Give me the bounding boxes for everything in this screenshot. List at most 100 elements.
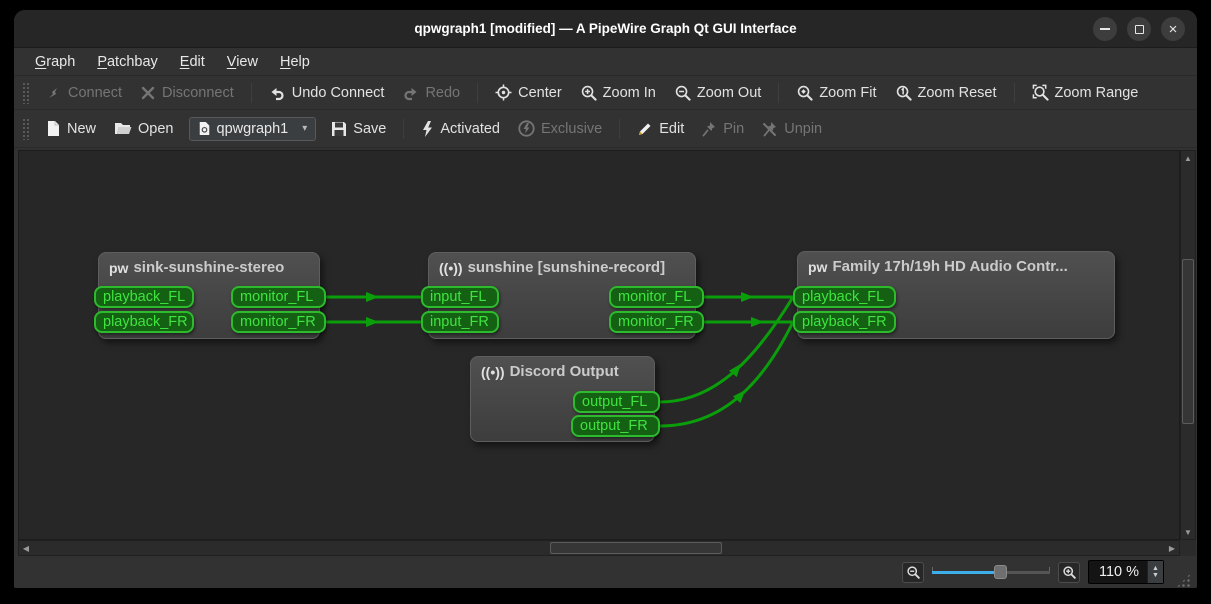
port-input[interactable]: playback_FR [793,311,896,333]
window-resize-grip[interactable] [1176,573,1191,588]
port-input[interactable]: playback_FL [793,286,896,308]
separator [403,119,404,139]
zoom-range-icon [1032,84,1049,101]
graph-canvas[interactable]: pw sink-sunshine-stereo ((•)) sunshine [su… [18,150,1180,540]
toolbar-patchbay: New Open qpwgraph1 ▾ Save Activated Excl… [14,110,1197,148]
center-icon [495,84,512,101]
undo-connect-button[interactable]: Undo Connect [260,81,394,105]
disconnect-button[interactable]: Disconnect [131,81,243,105]
close-button[interactable]: × [1161,17,1185,41]
zoom-percent-value: 110 % [1089,561,1147,583]
port-output[interactable]: output_FL [573,391,660,413]
horizontal-scrollbar-thumb[interactable] [550,542,722,554]
menu-view[interactable]: View [216,51,269,73]
stream-icon: ((•)) [481,364,505,380]
scroll-left-icon[interactable]: ◀ [19,541,33,555]
port-input[interactable]: playback_FL [94,286,194,308]
patchbay-select[interactable]: qpwgraph1 ▾ [189,117,317,141]
port-output[interactable]: monitor_FR [231,311,326,333]
menu-patchbay[interactable]: Patchbay [86,51,168,73]
chevron-down-icon: ▾ [302,123,307,134]
maximize-icon [1135,25,1144,34]
minimize-icon [1100,28,1110,30]
save-button[interactable]: Save [322,117,395,141]
zoom-percent-spinbox[interactable]: 110 % ▲▼ [1088,560,1164,584]
spin-up-icon[interactable]: ▲ [1152,565,1159,572]
separator [1014,83,1015,103]
edit-pencil-icon [637,121,653,137]
port-input[interactable]: playback_FR [94,311,194,333]
toolbar-drag-handle[interactable] [22,82,29,104]
toolbar-drag-handle[interactable] [22,118,29,140]
zoom-range-button[interactable]: Zoom Range [1023,80,1148,105]
vertical-scrollbar-thumb[interactable] [1182,259,1194,424]
connection-wires [19,151,1180,540]
scroll-right-icon[interactable]: ▶ [1165,541,1179,555]
spin-down-icon[interactable]: ▼ [1152,572,1159,579]
zoom-slider-handle[interactable] [994,565,1007,579]
port-output[interactable]: monitor_FL [609,286,704,308]
stream-icon: ((•)) [439,260,463,276]
zoom-reset-button[interactable]: Zoom Reset [886,80,1006,105]
open-button[interactable]: Open [105,117,182,141]
scroll-down-icon[interactable]: ▼ [1181,525,1195,539]
graph-view: pw sink-sunshine-stereo ((•)) sunshine [su… [18,150,1196,556]
port-input[interactable]: input_FR [421,311,499,333]
connect-button[interactable]: Connect [37,81,131,105]
edit-button[interactable]: Edit [628,117,693,141]
open-folder-icon [114,121,132,136]
center-button[interactable]: Center [486,80,571,105]
statusbar-zoom-in-button[interactable] [1058,562,1080,583]
zoom-slider[interactable] [932,564,1050,580]
zoom-out-icon [674,84,691,101]
redo-button[interactable]: Redo [393,81,469,105]
new-file-icon [46,120,61,137]
new-button[interactable]: New [37,116,105,141]
port-output[interactable]: monitor_FR [609,311,704,333]
zoom-in-button[interactable]: Zoom In [571,80,665,105]
exclusive-button[interactable]: Exclusive [509,116,611,141]
separator [251,83,252,103]
exclusive-bolt-icon [518,120,535,137]
separator [778,83,779,103]
zoom-out-icon [906,565,920,579]
menubar: Graph Patchbay Edit View Help [14,48,1197,76]
menu-graph[interactable]: Graph [24,51,86,73]
patchbay-select-value: qpwgraph1 [217,121,289,137]
port-output[interactable]: output_FR [571,415,660,437]
separator [619,119,620,139]
zoom-fit-button[interactable]: Zoom Fit [787,80,885,105]
unpin-icon [762,121,778,137]
menu-edit[interactable]: Edit [169,51,216,73]
zoom-out-button[interactable]: Zoom Out [665,80,770,105]
maximize-button[interactable] [1127,17,1151,41]
node-title: sink-sunshine-stereo [133,259,284,276]
activated-button[interactable]: Activated [412,117,509,141]
separator [477,83,478,103]
titlebar[interactable]: qpwgraph1 [modified] — A PipeWire Graph … [14,10,1197,48]
zoom-in-icon [580,84,597,101]
statusbar-zoom-out-button[interactable] [902,562,924,583]
menu-help[interactable]: Help [269,51,321,73]
pipewire-icon: pw [808,259,827,275]
scrollbar-corner [1180,540,1196,556]
port-input[interactable]: input_FL [421,286,499,308]
unpin-button[interactable]: Unpin [753,117,831,141]
undo-icon [269,85,286,101]
vertical-scrollbar[interactable]: ▲ ▼ [1180,150,1196,540]
save-icon [331,121,347,137]
port-output[interactable]: monitor_FL [231,286,326,308]
pin-icon [702,121,717,137]
pipewire-icon: pw [109,260,128,276]
activated-bolt-icon [421,121,434,137]
horizontal-scrollbar[interactable]: ◀ ▶ [18,540,1180,556]
scroll-up-icon[interactable]: ▲ [1181,151,1195,165]
minimize-button[interactable] [1093,17,1117,41]
patchbay-file-icon [198,121,211,136]
disconnect-icon [140,85,156,101]
pin-button[interactable]: Pin [693,117,753,141]
connect-icon [46,85,62,101]
toolbar-main: Connect Disconnect Undo Connect Redo Cen… [14,76,1197,110]
node-title: sunshine [sunshine-record] [468,259,666,276]
zoom-reset-icon [895,84,912,101]
